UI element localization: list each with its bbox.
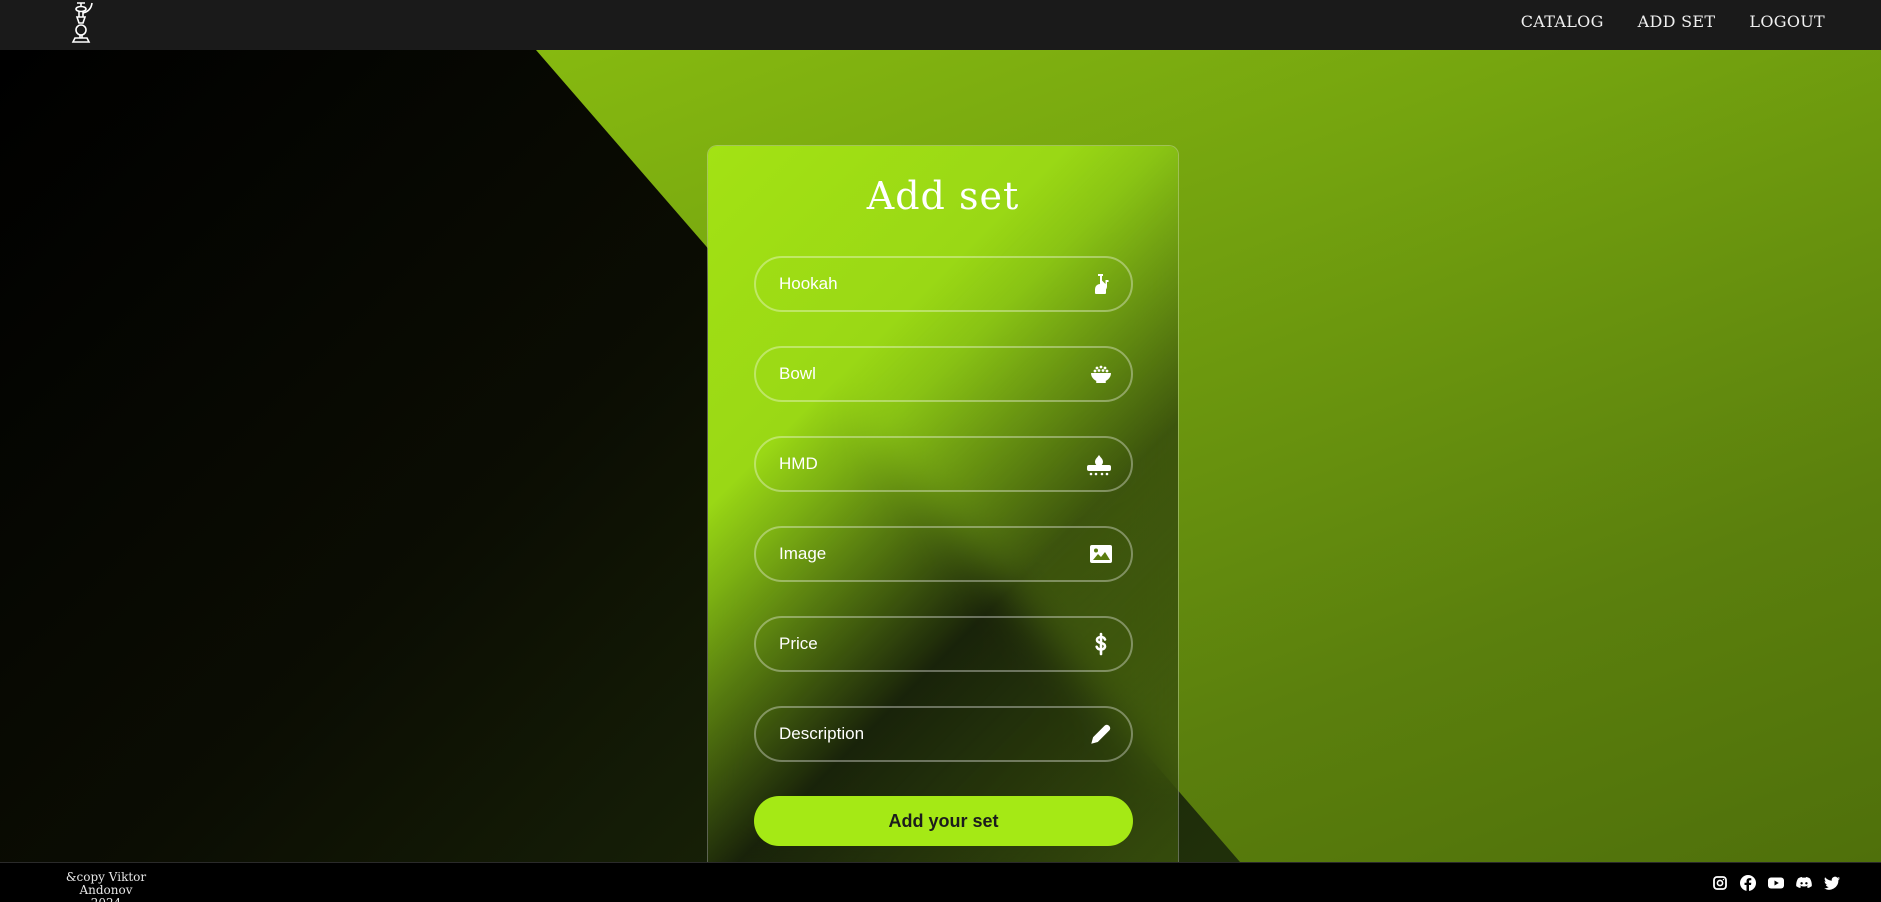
twitter-icon[interactable] bbox=[1823, 874, 1841, 892]
description-field-label: Description bbox=[779, 724, 865, 743]
nav-logout-link[interactable]: LOGOUT bbox=[1749, 12, 1825, 31]
hmd-field[interactable]: HMD bbox=[754, 436, 1133, 492]
hookah-field-label: Hookah bbox=[779, 274, 838, 293]
hmd-field-label: HMD bbox=[779, 454, 818, 473]
top-navbar: CATALOG ADD SET LOGOUT bbox=[0, 0, 1881, 50]
description-field[interactable]: Description bbox=[754, 706, 1133, 762]
instagram-icon[interactable] bbox=[1711, 874, 1729, 892]
footer: &copy Viktor Andonov 2024 bbox=[0, 862, 1881, 902]
hookah-logo-icon[interactable] bbox=[64, 0, 98, 46]
youtube-icon[interactable] bbox=[1767, 874, 1785, 892]
add-your-set-button[interactable]: Add your set bbox=[754, 796, 1133, 846]
copyright: &copy Viktor Andonov 2024 bbox=[38, 871, 174, 902]
image-field[interactable]: Image bbox=[754, 526, 1133, 582]
image-field-label: Image bbox=[779, 544, 827, 563]
hookah-field[interactable]: Hookah bbox=[754, 256, 1133, 312]
main-content: Add set Hookah Bowl HMD Image Price Desc… bbox=[0, 50, 1881, 862]
nav-catalog-link[interactable]: CATALOG bbox=[1521, 12, 1604, 31]
pencil-icon bbox=[1089, 722, 1113, 746]
price-field-label: Price bbox=[779, 634, 818, 653]
social-links bbox=[1711, 874, 1841, 892]
copyright-line-2: 2024 bbox=[38, 897, 174, 902]
nav-add-set-link[interactable]: ADD SET bbox=[1638, 12, 1716, 31]
dollar-icon bbox=[1089, 632, 1113, 656]
hookah-icon bbox=[1089, 272, 1113, 296]
hmd-icon bbox=[1085, 452, 1113, 476]
bowl-field[interactable]: Bowl bbox=[754, 346, 1133, 402]
main-nav: CATALOG ADD SET LOGOUT bbox=[1521, 0, 1825, 42]
form-title: Add set bbox=[866, 174, 1020, 218]
bowl-icon bbox=[1089, 362, 1113, 386]
bowl-field-label: Bowl bbox=[779, 364, 816, 383]
image-icon bbox=[1089, 542, 1113, 566]
facebook-icon[interactable] bbox=[1739, 874, 1757, 892]
add-set-form: Add set Hookah Bowl HMD Image Price Desc… bbox=[707, 145, 1179, 862]
price-field[interactable]: Price bbox=[754, 616, 1133, 672]
copyright-line-1: &copy Viktor Andonov bbox=[65, 870, 147, 897]
discord-icon[interactable] bbox=[1795, 874, 1813, 892]
